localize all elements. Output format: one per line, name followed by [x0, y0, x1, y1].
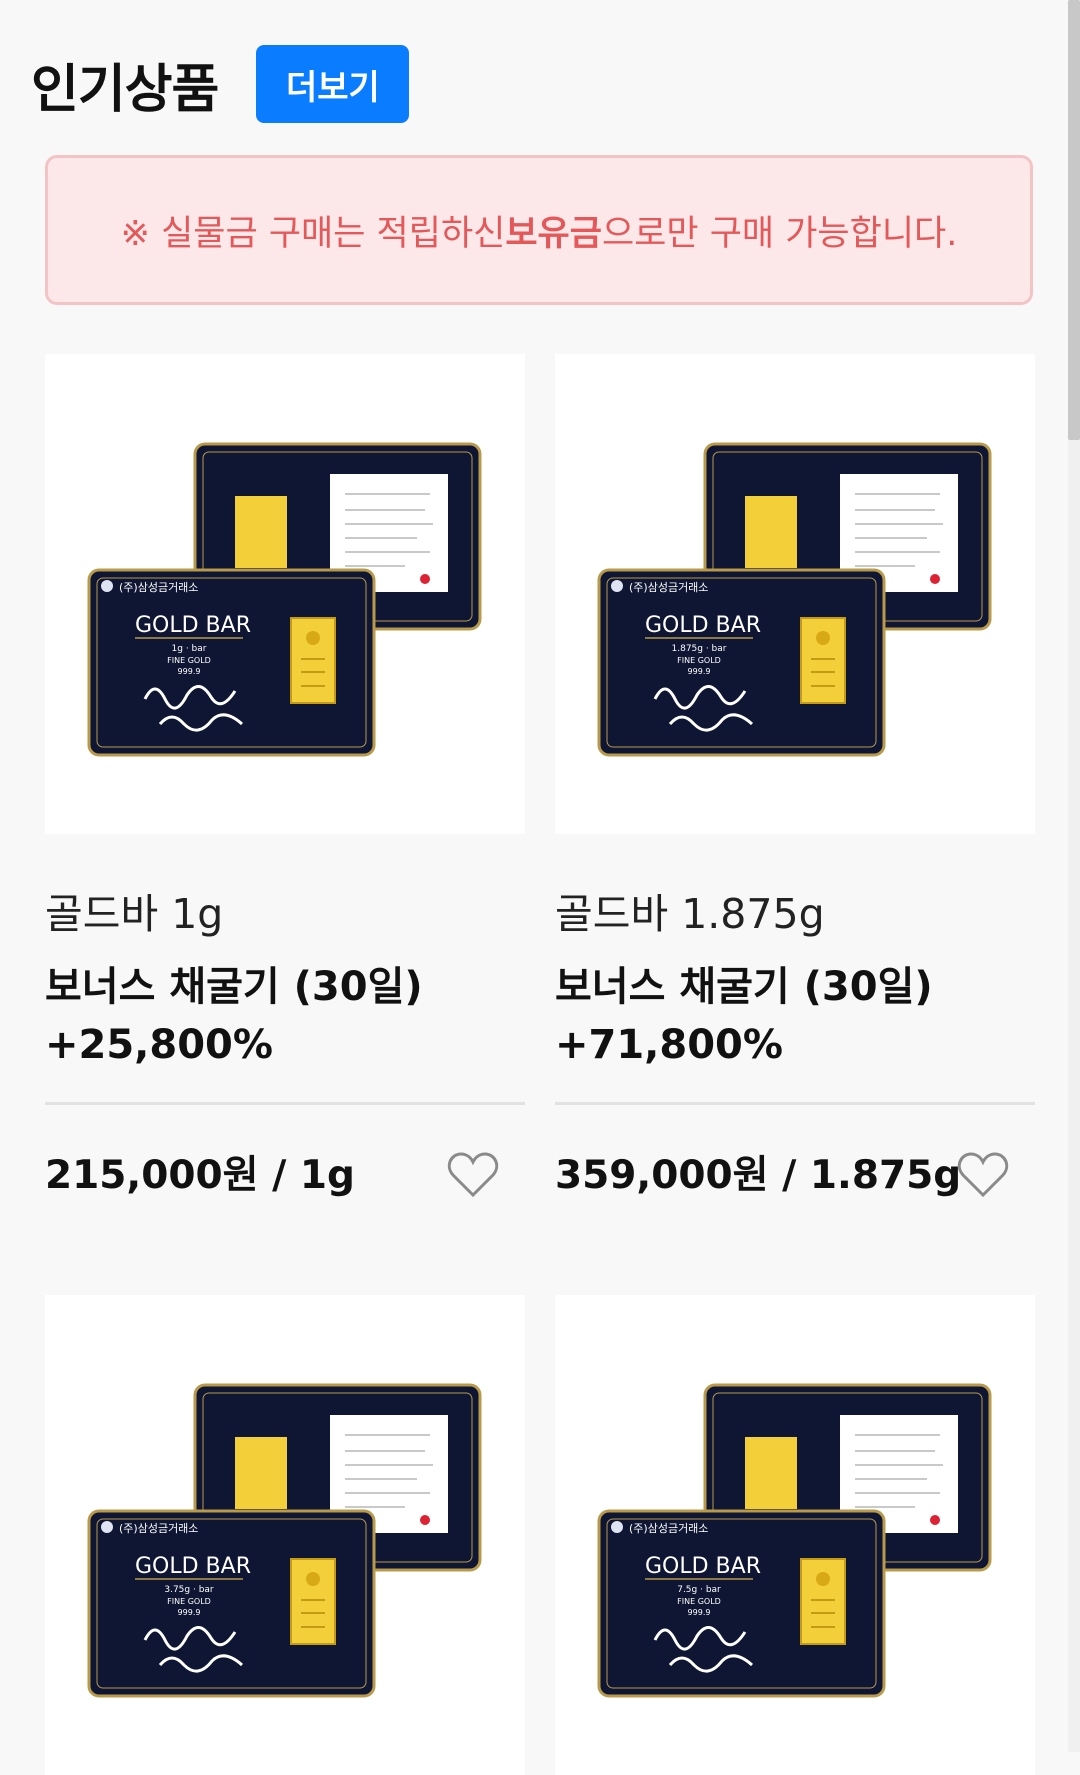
svg-text:FINE GOLD: FINE GOLD	[167, 1597, 211, 1606]
notice-banner: ※ 실물금 구매는 적립하신 보유금 으로만 구매 가능합니다.	[45, 155, 1033, 305]
svg-text:FINE GOLD: FINE GOLD	[677, 1597, 721, 1606]
scrollbar-thumb[interactable]	[1068, 0, 1080, 440]
product-card[interactable]: (주)삼성금거래소 GOLD BAR 7.5g · bar FINE GOLD …	[555, 1295, 1035, 1775]
svg-text:999.9: 999.9	[688, 1608, 711, 1617]
svg-text:GOLD BAR: GOLD BAR	[135, 1554, 251, 1579]
bonus-percent: +25,800%	[45, 1022, 273, 1068]
product-image[interactable]: (주)삼성금거래소 GOLD BAR 7.5g · bar FINE GOLD …	[555, 1295, 1035, 1775]
product-image[interactable]: (주)삼성금거래소 GOLD BAR 1g · bar FINE GOLD 99…	[45, 354, 525, 834]
page-title: 인기상품	[31, 59, 219, 120]
product-card[interactable]: (주)삼성금거래소 GOLD BAR 1g · bar FINE GOLD 99…	[45, 354, 525, 1198]
divider	[45, 1102, 525, 1105]
gold-bar-package-image: (주)삼성금거래소 GOLD BAR 1g · bar FINE GOLD 99…	[87, 442, 482, 757]
svg-text:999.9: 999.9	[178, 667, 201, 676]
svg-text:GOLD BAR: GOLD BAR	[135, 613, 251, 638]
gold-bar-package-image: (주)삼성금거래소 GOLD BAR 3.75g · bar FINE GOLD…	[87, 1383, 482, 1698]
product-name: 골드바 1.875g	[555, 890, 825, 938]
svg-text:FINE GOLD: FINE GOLD	[677, 656, 721, 665]
bonus-label: 보너스 채굴기 (30일)	[45, 964, 423, 1010]
product-image[interactable]: (주)삼성금거래소 GOLD BAR 1.875g · bar FINE GOL…	[555, 354, 1035, 834]
svg-text:(주)삼성금거래소: (주)삼성금거래소	[119, 1522, 198, 1535]
heart-icon[interactable]	[447, 1152, 499, 1198]
gold-bar-package-image: (주)삼성금거래소 GOLD BAR 7.5g · bar FINE GOLD …	[597, 1383, 992, 1698]
divider	[555, 1102, 1035, 1105]
bonus-label: 보너스 채굴기 (30일)	[555, 964, 933, 1010]
product-price: 359,000원 / 1.875g	[555, 1153, 962, 1198]
product-name: 골드바 1g	[45, 890, 224, 938]
section-header: 인기상품 더보기	[31, 44, 410, 124]
notice-prefix: ※ 실물금 구매는 적립하신	[120, 213, 506, 254]
bonus-text: 보너스 채굴기 (30일) +71,800%	[555, 958, 933, 1074]
svg-text:(주)삼성금거래소: (주)삼성금거래소	[629, 1522, 708, 1535]
notice-suffix: 으로만 구매 가능합니다.	[601, 213, 958, 254]
heart-icon[interactable]	[957, 1152, 1009, 1198]
svg-text:GOLD BAR: GOLD BAR	[645, 613, 761, 638]
more-button[interactable]: 더보기	[256, 45, 410, 123]
svg-text:FINE GOLD: FINE GOLD	[167, 656, 211, 665]
product-price: 215,000원 / 1g	[45, 1153, 355, 1198]
svg-text:999.9: 999.9	[688, 667, 711, 676]
svg-text:(주)삼성금거래소: (주)삼성금거래소	[629, 581, 708, 594]
bonus-percent: +71,800%	[555, 1022, 783, 1068]
svg-text:999.9: 999.9	[178, 1608, 201, 1617]
notice-bold: 보유금	[505, 213, 602, 254]
gold-bar-package-image: (주)삼성금거래소 GOLD BAR 1.875g · bar FINE GOL…	[597, 442, 992, 757]
svg-text:(주)삼성금거래소: (주)삼성금거래소	[119, 581, 198, 594]
bonus-text: 보너스 채굴기 (30일) +25,800%	[45, 958, 423, 1074]
product-card[interactable]: (주)삼성금거래소 GOLD BAR 3.75g · bar FINE GOLD…	[45, 1295, 525, 1775]
product-card[interactable]: (주)삼성금거래소 GOLD BAR 1.875g · bar FINE GOL…	[555, 354, 1035, 1198]
svg-text:7.5g · bar: 7.5g · bar	[677, 1585, 721, 1595]
svg-text:1g · bar: 1g · bar	[172, 644, 207, 654]
svg-text:GOLD BAR: GOLD BAR	[645, 1554, 761, 1579]
svg-text:3.75g · bar: 3.75g · bar	[164, 1585, 214, 1595]
svg-text:1.875g · bar: 1.875g · bar	[672, 644, 727, 654]
product-image[interactable]: (주)삼성금거래소 GOLD BAR 3.75g · bar FINE GOLD…	[45, 1295, 525, 1775]
